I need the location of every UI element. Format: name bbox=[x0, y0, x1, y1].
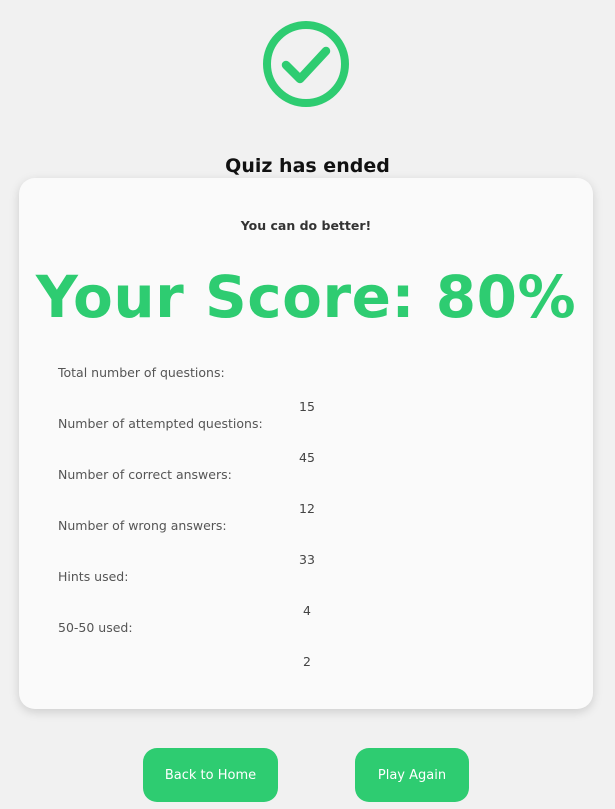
result-card: You can do better! Your Score: 80% Total… bbox=[19, 178, 593, 709]
stat-value-total-questions: 15 bbox=[299, 399, 315, 414]
stat-label-attempted-questions: Number of attempted questions: bbox=[58, 416, 263, 431]
play-again-button[interactable]: Play Again bbox=[355, 748, 469, 802]
stat-label-hints-used: Hints used: bbox=[58, 569, 129, 584]
stat-label-total-questions: Total number of questions: bbox=[58, 365, 225, 380]
stat-value-hints-used: 4 bbox=[303, 603, 311, 618]
back-to-home-button[interactable]: Back to Home bbox=[143, 748, 278, 802]
stat-label-fifty-fifty-used: 50-50 used: bbox=[58, 620, 133, 635]
stat-value-correct-answers: 12 bbox=[299, 501, 315, 516]
stat-value-wrong-answers: 33 bbox=[299, 552, 315, 567]
page-title: Quiz has ended bbox=[225, 155, 390, 177]
result-remark: You can do better! bbox=[240, 218, 372, 233]
stat-value-attempted-questions: 45 bbox=[299, 450, 315, 465]
score-heading: Your Score: 80% bbox=[35, 263, 577, 331]
stat-value-fifty-fifty-used: 2 bbox=[303, 654, 311, 669]
stat-label-correct-answers: Number of correct answers: bbox=[58, 467, 232, 482]
stat-label-wrong-answers: Number of wrong answers: bbox=[58, 518, 227, 533]
check-circle-icon bbox=[263, 21, 349, 107]
